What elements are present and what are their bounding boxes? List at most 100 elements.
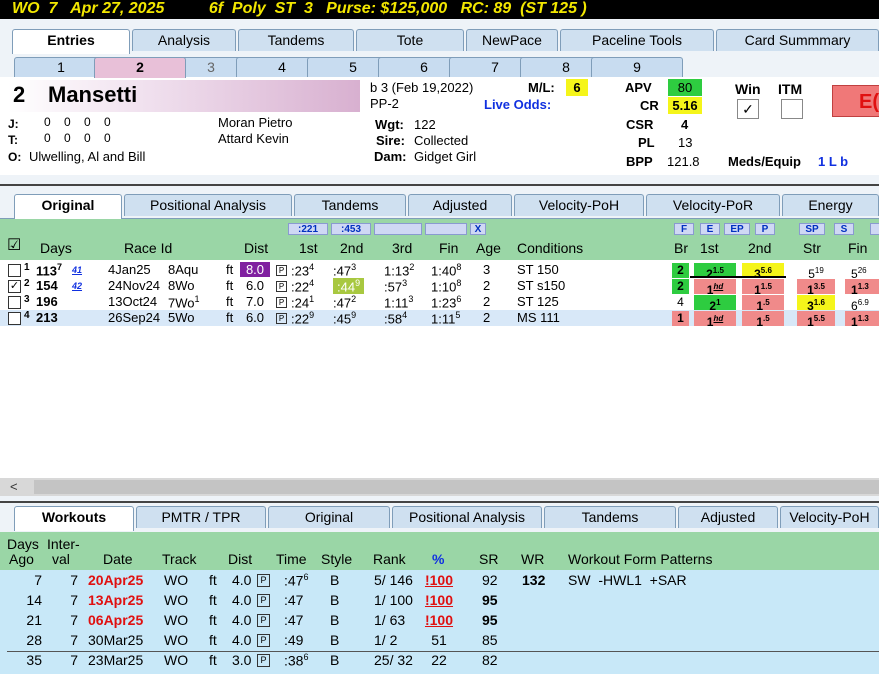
action-button[interactable]: E( <box>832 85 879 117</box>
surface: ft <box>226 262 234 277</box>
track: WO <box>164 652 189 668</box>
work-tab-tandems[interactable]: Tandems <box>544 506 676 528</box>
race-id: 8Aqu <box>168 262 199 277</box>
apv-value: 80 <box>668 79 702 96</box>
past-tab-tandems[interactable]: Tandems <box>294 194 406 216</box>
style: B <box>330 592 340 608</box>
split-btn-4[interactable] <box>425 223 467 235</box>
days-ago: 14 <box>26 592 42 608</box>
table-row[interactable]: 35 7 23Mar25 WO ft 3.0 P:386 B 25/ 32 22 82 <box>0 652 879 672</box>
scroll-left-arrow[interactable]: < <box>10 478 18 496</box>
wcol-pct: % <box>432 551 445 567</box>
csr-label: CSR <box>626 117 654 132</box>
horse-tab-bar: 1 2 3 4 5 6 7 8 9 <box>0 53 879 78</box>
p-icon: P <box>276 265 287 276</box>
ml-value: 6 <box>566 79 588 96</box>
days-ago: 35 <box>26 652 42 668</box>
fig-btn-e[interactable]: E <box>700 223 720 235</box>
tab-analysis[interactable]: Analysis <box>132 29 236 51</box>
col-fin: Fin <box>439 240 459 256</box>
distance: 8.0 <box>240 262 270 277</box>
table-row[interactable]: 14 7 13Apr25 WO ft 4.0 P:47 B 1/ 100 !100 95 <box>0 592 879 612</box>
work-tab-pmtr[interactable]: PMTR / TPR <box>136 506 266 528</box>
conditions: ST s150 <box>517 278 566 293</box>
surface: ft <box>209 592 217 608</box>
row-divider <box>7 651 879 652</box>
scroll-thumb[interactable] <box>34 480 879 494</box>
table-row[interactable]: 28 7 30Mar25 WO ft 4.0 P:49 B 1/ 2 51 85 <box>0 632 879 652</box>
itm-checkbox[interactable] <box>781 99 803 119</box>
table-row[interactable]: 7 7 20Apr25 WO ft 4.0 P:476 B 5/ 146 !100 92 132 SW … <box>0 572 879 592</box>
horse-info-panel: 2 Mansetti J: 0 0 0 0 Moran Pietro T: 0 … <box>0 77 879 175</box>
table-row[interactable]: 3 196 13Oct24 7Wo1 ft 7.0 P:241:472 1:113 1:236 2… <box>0 294 879 313</box>
work-tab-positional[interactable]: Positional Analysis <box>392 506 542 528</box>
work-tab-velocity-poh[interactable]: Velocity-PoH <box>780 506 879 528</box>
past-tab-positional[interactable]: Positional Analysis <box>124 194 292 216</box>
row-checkbox[interactable] <box>8 312 21 325</box>
post-position: PP-2 <box>370 96 399 111</box>
style: B <box>330 572 340 588</box>
tab-tote[interactable]: Tote <box>356 29 464 51</box>
fig-btn-ep[interactable]: EP <box>724 223 750 235</box>
win-checkbox[interactable]: ✓ <box>737 99 759 119</box>
tab-paceline-tools[interactable]: Paceline Tools <box>560 29 714 51</box>
style: B <box>330 612 340 628</box>
past-tab-velocity-por[interactable]: Velocity-PoR <box>646 194 780 216</box>
horizontal-scrollbar[interactable]: < <box>0 478 879 496</box>
percent: !100 <box>424 572 454 588</box>
split-btn-2[interactable]: :453 <box>331 223 371 235</box>
split-btn-3[interactable] <box>374 223 422 235</box>
tab-entries[interactable]: Entries <box>12 29 130 54</box>
workout-date: 13Apr25 <box>88 592 144 608</box>
age: 2 <box>483 294 491 309</box>
row-checkbox[interactable] <box>8 264 21 277</box>
tab-card-summary[interactable]: Card Summmary <box>716 29 879 51</box>
days-ago: 21 <box>26 612 42 628</box>
past-tab-adjusted[interactable]: Adjusted <box>408 194 512 216</box>
col-3rd: 3rd <box>392 240 413 256</box>
horse-tab-9[interactable]: 9 <box>591 57 683 77</box>
row-checkbox[interactable]: ✓ <box>8 280 21 293</box>
work-tab-adjusted[interactable]: Adjusted <box>678 506 778 528</box>
table-row[interactable]: 21 7 06Apr25 WO ft 4.0 P:47 B 1/ 63 !100 95 <box>0 612 879 632</box>
split-3rd: :573 <box>384 278 408 295</box>
table-row[interactable]: 4 213 26Sep24 5Wo ft 6.0 P:229:459:584 1:115 2 MS… <box>0 310 879 329</box>
days-since: 154 <box>36 278 58 293</box>
horse-tab-2[interactable]: 2 <box>94 57 186 78</box>
style: B <box>330 632 340 648</box>
x-button[interactable]: X <box>470 223 486 235</box>
fig-btn-s[interactable]: S <box>834 223 854 235</box>
workout-time: :47 <box>284 612 304 628</box>
table-row[interactable]: ✓ 2 154 42 24Nov24 8Wo ft 6.0 P:224:449:573 1:108… <box>0 278 879 297</box>
trainer-label: T: <box>8 133 18 147</box>
bpp-label: BPP <box>626 154 653 169</box>
wcol-time: Time <box>276 551 307 567</box>
fig-btn-sp[interactable]: SP <box>799 223 825 235</box>
win-label: Win <box>735 81 761 97</box>
race-id: 7Wo1 <box>168 294 200 311</box>
days-subscript: 42 <box>72 281 83 291</box>
sire-value: Collected <box>414 133 469 148</box>
surface: ft <box>209 632 217 648</box>
fig-btn-f[interactable]: F <box>674 223 694 235</box>
distance: 3.0 <box>232 652 252 668</box>
past-tab-velocity-poh[interactable]: Velocity-PoH <box>514 194 644 216</box>
fig-btn-p[interactable]: P <box>755 223 775 235</box>
work-tab-workouts[interactable]: Workouts <box>14 506 134 531</box>
tab-tandems[interactable]: Tandems <box>238 29 354 51</box>
select-all-checkbox[interactable]: ☑ <box>7 235 21 255</box>
fig-stretch: 519 <box>808 266 824 281</box>
fig-btn-extra[interactable] <box>870 223 879 235</box>
wcol-style: Style <box>321 551 353 567</box>
p-icon: P <box>276 297 287 308</box>
track: WO <box>164 572 189 588</box>
row-checkbox[interactable] <box>8 296 21 309</box>
fig-first-call: 21 <box>694 295 736 313</box>
past-tab-original[interactable]: Original <box>14 194 122 219</box>
past-tab-energy[interactable]: Energy <box>782 194 879 216</box>
speed-rating: 82 <box>482 652 498 668</box>
col-fig-str: Str <box>803 240 821 256</box>
tab-newpace[interactable]: NewPace <box>466 29 558 51</box>
work-tab-original[interactable]: Original <box>268 506 390 528</box>
split-btn-1[interactable]: :221 <box>288 223 328 235</box>
